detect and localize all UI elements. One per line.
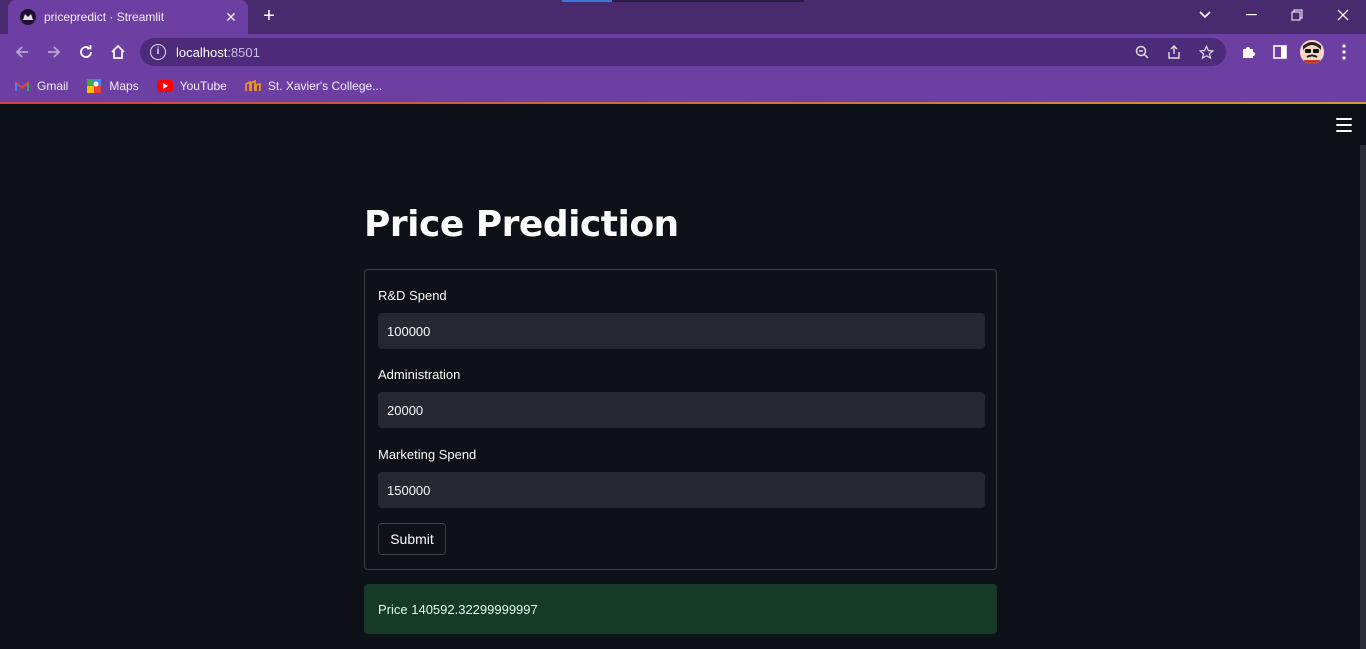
youtube-icon [156, 78, 173, 94]
rd-spend-input[interactable]: 100000 [378, 313, 985, 349]
new-tab-button[interactable]: + [258, 6, 280, 28]
home-icon[interactable] [106, 40, 130, 64]
bookmark-label: St. Xavier's College... [267, 79, 383, 93]
bookmark-gmail[interactable]: Gmail [14, 78, 68, 94]
browser-menu-kebab-icon[interactable] [1332, 40, 1356, 64]
bookmark-youtube[interactable]: YouTube [156, 78, 227, 94]
share-icon[interactable] [1164, 42, 1184, 62]
minimize-button[interactable] [1228, 0, 1274, 30]
browser-toolbar: i localhost:8501 [0, 34, 1366, 70]
bookmarks-bar: Gmail Maps YouTube St. Xavier's College.… [0, 70, 1366, 102]
profile-avatar[interactable] [1300, 40, 1324, 64]
marketing-spend-label: Marketing Spend [378, 447, 477, 462]
streamlit-top-decoration [0, 102, 1366, 104]
tab-strip: pricepredict · Streamlit ✕ + [0, 0, 1366, 34]
streamlit-hamburger-menu-icon[interactable] [1334, 116, 1354, 134]
reload-icon[interactable] [74, 40, 98, 64]
bookmark-label: YouTube [179, 79, 227, 93]
maps-icon [86, 78, 102, 94]
prediction-result-text: Price 140592.32299999997 [378, 601, 538, 617]
bookmark-college[interactable]: St. Xavier's College... [245, 78, 382, 94]
page-scrollbar[interactable] [1360, 145, 1366, 649]
restore-button[interactable] [1274, 0, 1320, 30]
url-host: localhost [176, 44, 228, 60]
back-arrow-icon[interactable] [10, 40, 34, 64]
url-port: :8501 [227, 44, 260, 60]
bookmark-star-icon[interactable] [1196, 42, 1216, 62]
tab-search-chevron-icon[interactable] [1192, 4, 1218, 26]
browser-tab-active[interactable]: pricepredict · Streamlit ✕ [8, 0, 248, 34]
college-icon [245, 78, 261, 94]
tab-title: pricepredict · Streamlit [44, 10, 165, 24]
bookmark-maps[interactable]: Maps [86, 78, 139, 94]
zoom-icon[interactable] [1132, 42, 1152, 62]
submit-button[interactable]: Submit [378, 523, 446, 555]
page-title: Price Prediction [364, 204, 679, 245]
prediction-form: R&D Spend 100000 Administration 20000 Ma… [364, 269, 997, 570]
tab-close-icon[interactable]: ✕ [222, 9, 240, 26]
administration-input[interactable]: 20000 [378, 392, 985, 428]
address-bar[interactable]: i localhost:8501 [140, 38, 1226, 66]
forward-arrow-icon[interactable] [42, 40, 66, 64]
close-window-button[interactable] [1320, 0, 1366, 30]
bookmark-label: Gmail [37, 79, 69, 93]
loading-indicator [562, 0, 804, 2]
prediction-result-alert: Price 140592.32299999997 [364, 584, 997, 634]
marketing-spend-input[interactable]: 150000 [378, 472, 985, 508]
bookmark-label: Maps [109, 79, 139, 93]
rd-spend-label: R&D Spend [378, 288, 447, 303]
streamlit-favicon-icon [20, 9, 36, 25]
gmail-icon [14, 78, 30, 94]
site-info-icon[interactable]: i [150, 44, 166, 60]
side-panel-icon[interactable] [1268, 40, 1292, 64]
administration-label: Administration [378, 367, 461, 382]
extensions-puzzle-icon[interactable] [1236, 40, 1260, 64]
